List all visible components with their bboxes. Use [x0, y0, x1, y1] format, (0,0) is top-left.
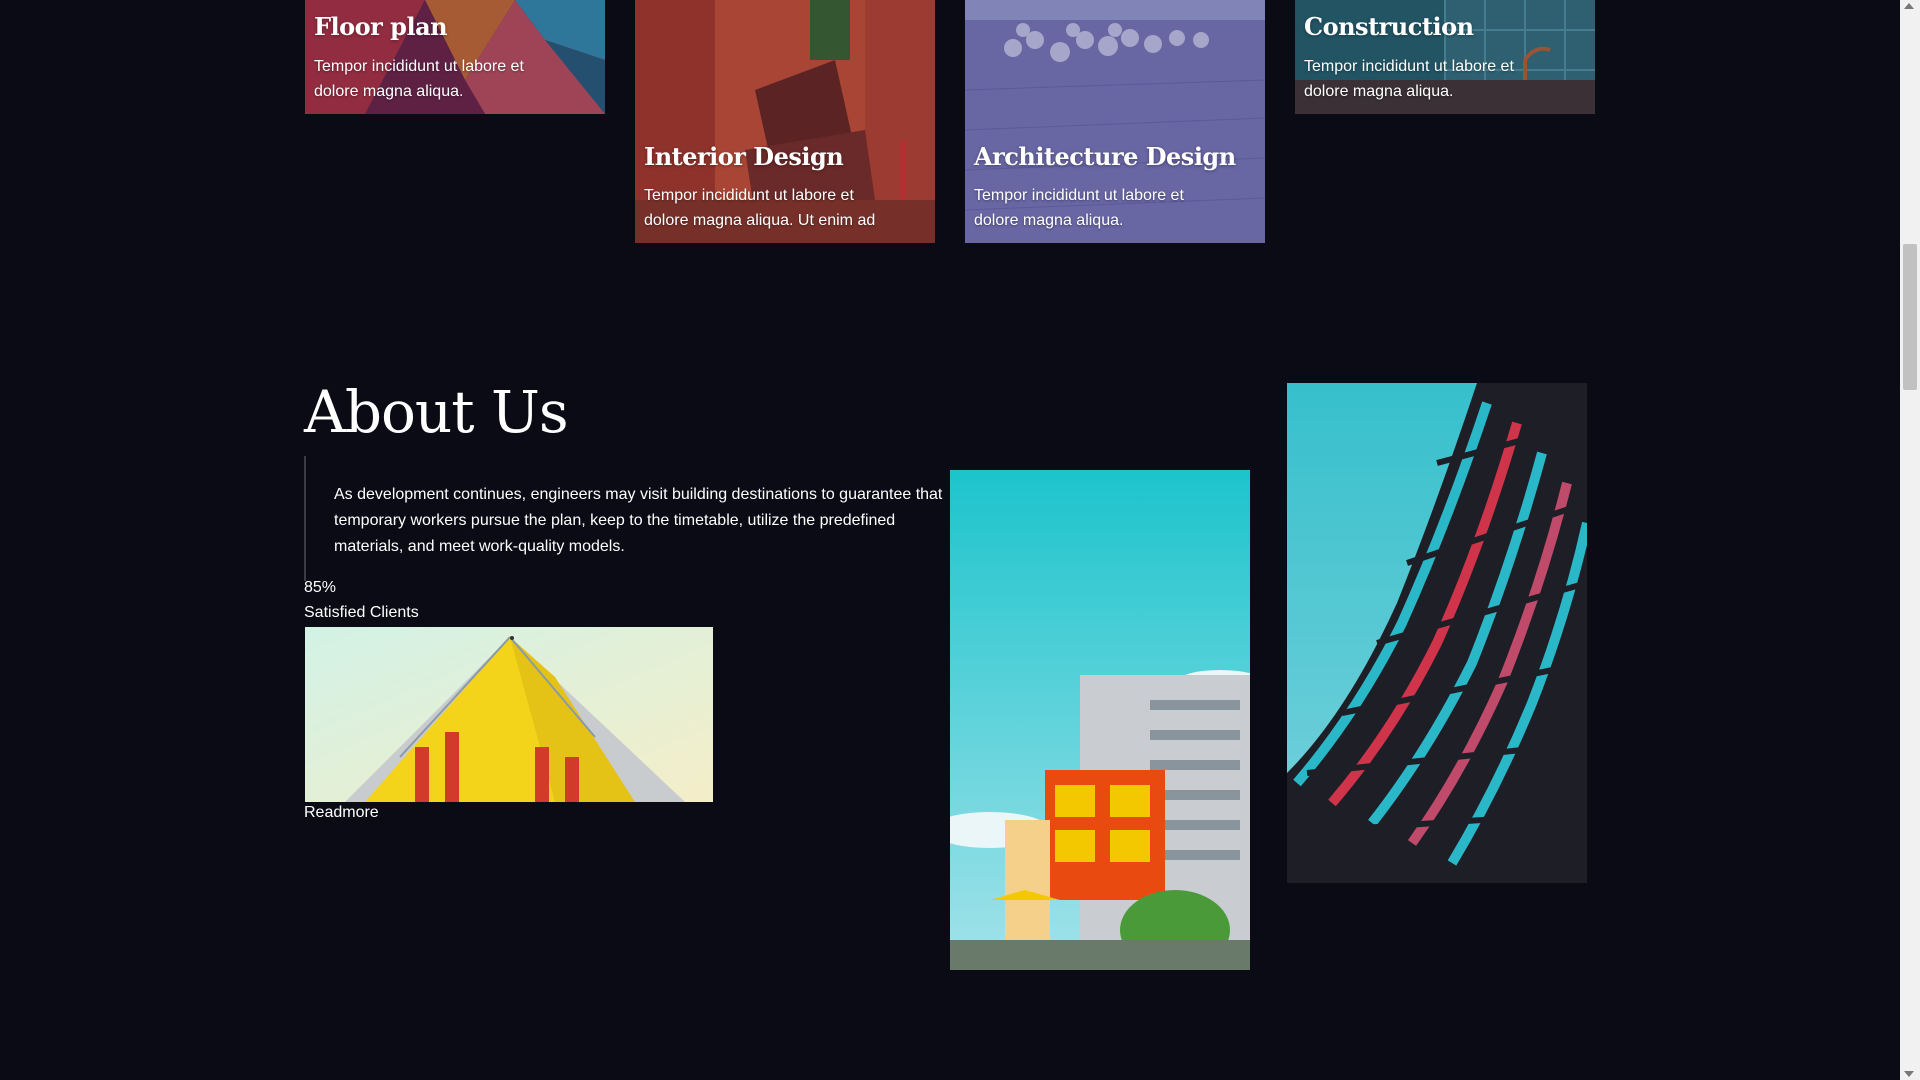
- card-title: Floor plan: [314, 12, 448, 41]
- scrollbar[interactable]: [1900, 0, 1920, 1080]
- service-card-interior-design[interactable]: Interior Design Tempor incididunt ut lab…: [635, 0, 935, 243]
- card-title: Interior Design: [644, 142, 844, 171]
- service-card-construction[interactable]: Construction Tempor incididunt ut labore…: [1295, 0, 1595, 114]
- card-description: Tempor incididunt ut labore et dolore ma…: [314, 58, 524, 100]
- card-description: Tempor incididunt ut labore et dolore ma…: [974, 187, 1184, 229]
- card-description: Tempor incididunt ut labore et dolore ma…: [1304, 58, 1514, 100]
- quote-divider: [304, 456, 306, 581]
- card-description: Tempor incididunt ut labore et dolore ma…: [644, 187, 876, 229]
- about-building-colorful-image: [950, 470, 1250, 970]
- service-card-architecture-design[interactable]: Architecture Design Tempor incididunt ut…: [965, 0, 1265, 243]
- stat-value: 85%: [304, 579, 337, 596]
- card-title: Construction: [1304, 12, 1474, 41]
- about-building-curved-image: [1287, 383, 1587, 883]
- about-title: About Us: [304, 378, 569, 446]
- about-building-yellow-image: [305, 627, 713, 802]
- stat-label: Satisfied Clients: [304, 604, 419, 621]
- scroll-down-arrow-icon[interactable]: [1904, 1071, 1914, 1077]
- service-card-floor-plan[interactable]: Floor plan Tempor incididunt ut labore e…: [305, 0, 605, 114]
- scroll-up-arrow-icon[interactable]: [1904, 3, 1914, 9]
- scrollbar-thumb[interactable]: [1903, 244, 1917, 390]
- about-text: As development continues, engineers may …: [334, 486, 943, 555]
- card-title: Architecture Design: [974, 142, 1236, 171]
- readmore-link[interactable]: Readmore: [304, 804, 379, 822]
